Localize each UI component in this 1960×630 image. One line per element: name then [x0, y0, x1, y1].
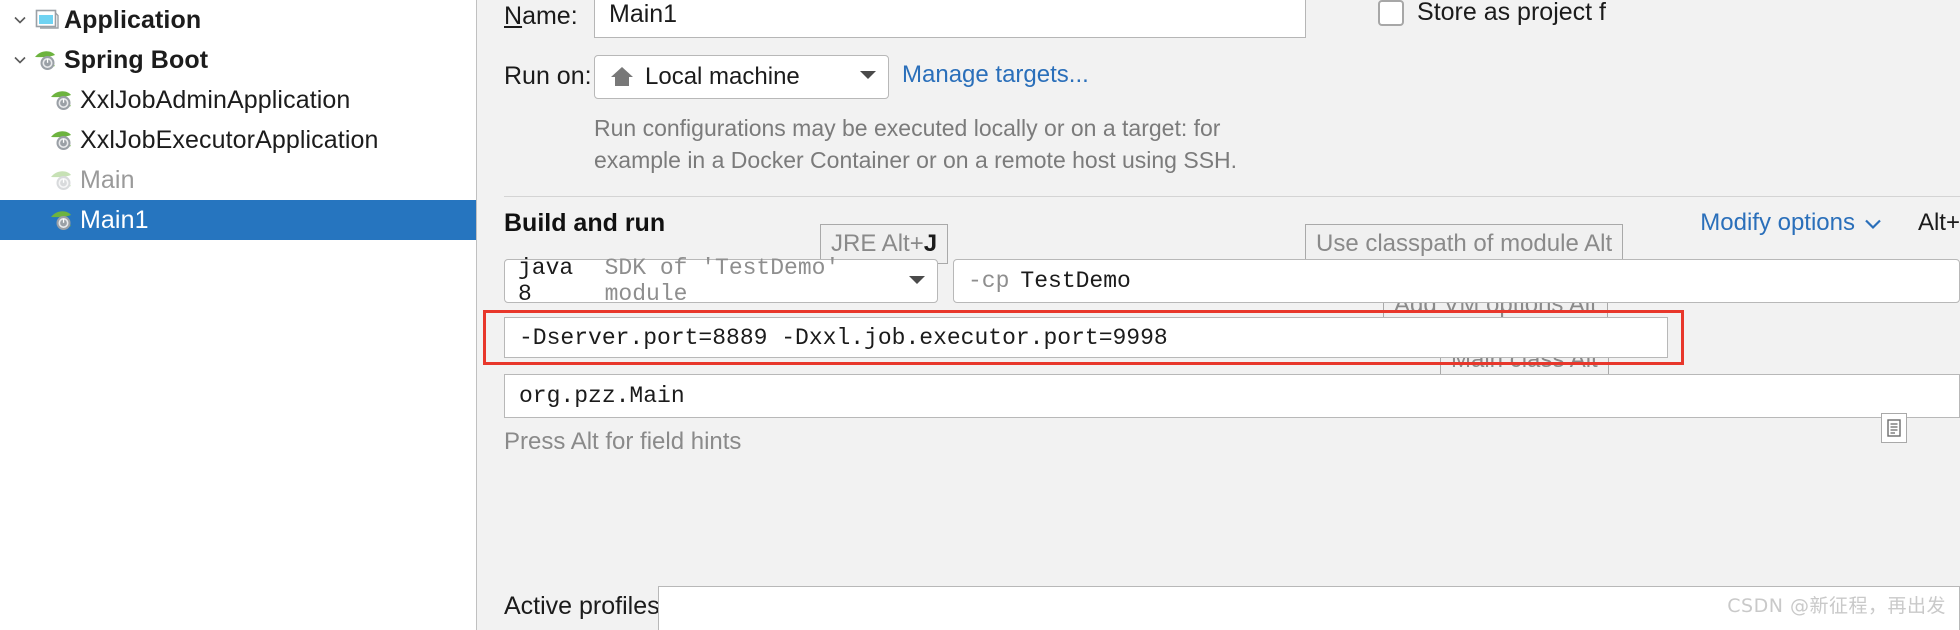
run-on-label: Run on: — [504, 62, 592, 90]
classpath-module-value: TestDemo — [1020, 268, 1131, 294]
run-on-hint-text: Run configurations may be executed local… — [594, 115, 1238, 173]
sdk-description: SDK of 'TestDemo' module — [604, 255, 840, 307]
jre-hint-key: J — [923, 230, 938, 257]
modify-options-shortcut: Alt+ — [1917, 209, 1960, 236]
spring-boot-leaf-icon — [48, 87, 78, 113]
spring-boot-leaf-icon — [48, 127, 78, 153]
jre-hint-text: JRE Alt+ — [831, 230, 924, 257]
home-icon — [609, 64, 635, 90]
tree-item-main[interactable]: Main — [0, 160, 476, 200]
tree-item-label: XxlJobExecutorApplication — [80, 125, 379, 154]
tree-item-label: XxlJobAdminApplication — [80, 85, 351, 114]
expand-editor-icon[interactable] — [1881, 413, 1907, 443]
press-alt-hint: Press Alt for field hints — [504, 428, 742, 455]
tree-item-main1[interactable]: Main1 — [0, 200, 476, 240]
store-as-project-file-label: Store as project f — [1417, 0, 1606, 27]
modify-options-label: Modify options — [1700, 209, 1855, 236]
active-profiles-label: Active profiles: — [504, 592, 667, 620]
classpath-hint-badge: Use classpath of module Alt — [1305, 224, 1624, 264]
run-on-value: Local machine — [645, 63, 800, 90]
main-class-input[interactable]: org.pzz.Main — [504, 374, 1960, 418]
tree-item-application[interactable]: Application — [0, 0, 476, 40]
section-divider — [504, 196, 1960, 197]
chevron-down-icon[interactable] — [858, 68, 878, 87]
spring-boot-leaf-icon — [48, 207, 78, 233]
tree-item-label: Spring Boot — [64, 45, 209, 74]
store-label-rest: tore as project f — [1433, 0, 1606, 26]
name-field-label: Name: — [504, 2, 578, 31]
application-window-icon — [32, 7, 62, 33]
name-label-rest: ame: — [522, 2, 578, 30]
manage-targets-link[interactable]: Manage targets... — [902, 61, 1089, 89]
chevron-down-icon[interactable] — [8, 12, 32, 28]
store-label-mnemonic: S — [1417, 0, 1434, 26]
tree-item-label: Main1 — [80, 205, 149, 234]
name-label-mnemonic: N — [504, 2, 523, 30]
chevron-down-icon[interactable] — [907, 268, 927, 294]
spring-boot-leaf-icon — [32, 47, 62, 73]
run-configuration-dialog: Application Spring Boot XxlJobAdminAppli… — [0, 0, 1960, 630]
tree-item-xxljobexecutorapplication[interactable]: XxlJobExecutorApplication — [0, 120, 476, 160]
tree-item-label: Application — [64, 5, 202, 34]
configuration-editor-panel: Name: Main1 Store as project f Run on: L… — [478, 0, 1960, 630]
vm-options-input[interactable]: -Dserver.port=8889 -Dxxl.job.executor.po… — [504, 317, 1668, 358]
checkbox-unchecked-icon[interactable] — [1378, 0, 1404, 26]
watermark-text: CSDN @新征程，再出发 — [1727, 595, 1946, 617]
name-input[interactable]: Main1 — [594, 0, 1306, 38]
classpath-module-field[interactable]: -cp TestDemo — [953, 259, 1960, 303]
sdk-name: java 8 — [518, 255, 574, 307]
store-as-project-file-checkbox-row[interactable]: Store as project f — [1378, 0, 1606, 27]
chevron-down-icon[interactable] — [8, 52, 32, 68]
spring-boot-leaf-icon — [48, 167, 78, 193]
tree-item-label: Main — [80, 165, 135, 194]
modify-options-link[interactable]: Modify options — [1700, 209, 1882, 237]
tree-item-spring-boot[interactable]: Spring Boot — [0, 40, 476, 80]
classpath-flag: -cp — [968, 268, 1010, 294]
jre-sdk-dropdown[interactable]: java 8 SDK of 'TestDemo' module — [504, 255, 938, 307]
build-and-run-title: Build and run — [504, 209, 666, 237]
run-on-dropdown[interactable]: Local machine — [594, 55, 889, 99]
tree-item-xxljobadminapplication[interactable]: XxlJobAdminApplication — [0, 80, 476, 120]
run-configurations-tree[interactable]: Application Spring Boot XxlJobAdminAppli… — [0, 0, 477, 630]
chevron-down-icon — [1864, 209, 1882, 237]
